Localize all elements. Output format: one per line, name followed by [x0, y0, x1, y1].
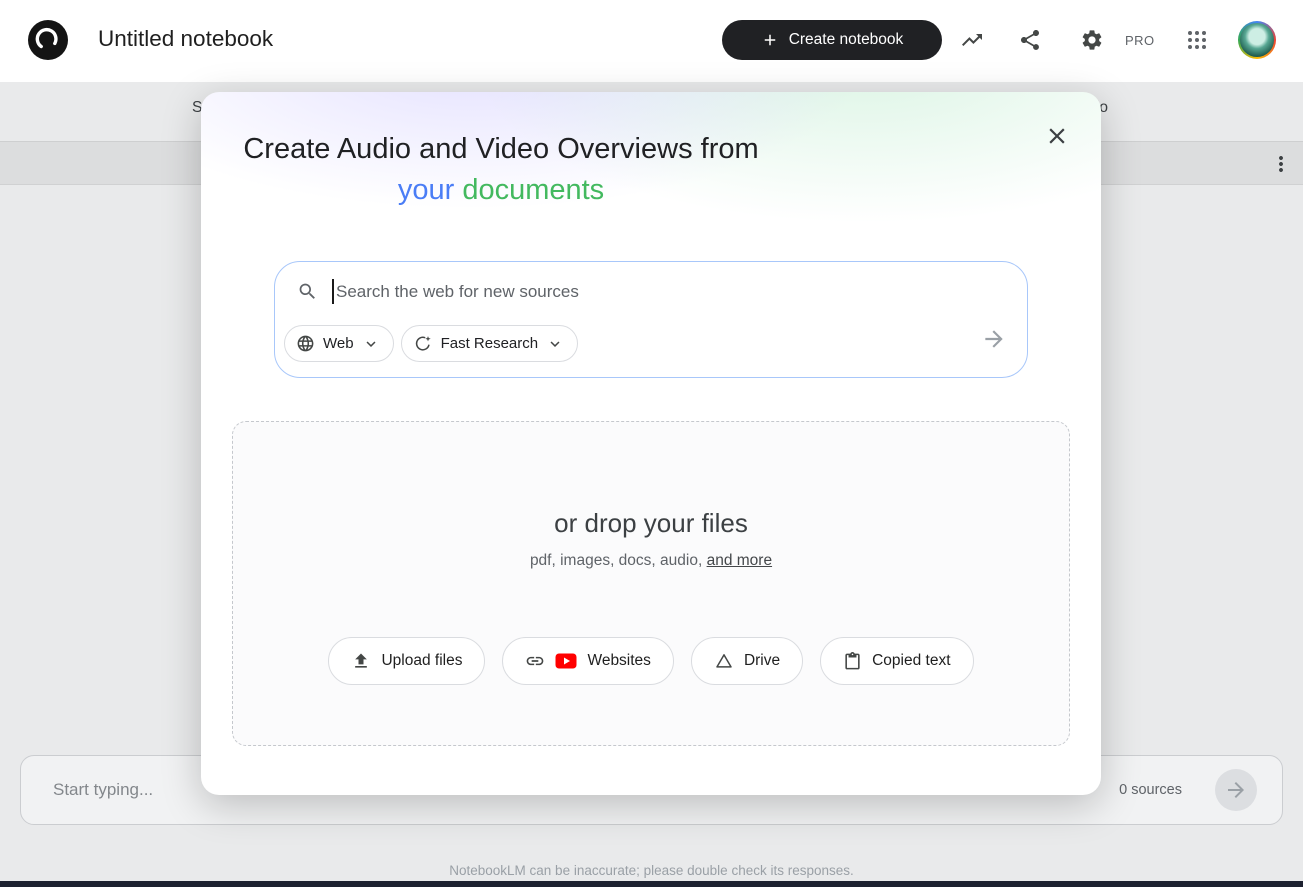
and-more-link[interactable]: and more	[707, 552, 772, 569]
source-scope-chip[interactable]: Web	[284, 325, 394, 362]
globe-icon	[296, 334, 315, 353]
chevron-down-icon	[362, 335, 380, 353]
sources-count: 0 sources	[1119, 782, 1182, 798]
youtube-icon	[555, 653, 577, 669]
modal-title-highlight-green: documents	[462, 174, 605, 206]
search-option-chips: Web Fast Research	[284, 325, 579, 362]
sparkle-research-icon	[413, 334, 433, 354]
source-buttons-row: Upload files Websites Drive Copied text	[233, 637, 1069, 685]
create-sources-modal: Create Audio and Video Overviews from yo…	[201, 92, 1101, 795]
settings-gear-icon[interactable]	[1080, 28, 1104, 52]
send-button[interactable]	[1215, 769, 1257, 811]
copied-text-button[interactable]: Copied text	[820, 637, 974, 685]
disclaimer-text: NotebookLM can be inaccurate; please dou…	[449, 863, 854, 878]
drive-button[interactable]: Drive	[690, 637, 804, 685]
create-notebook-label: Create notebook	[788, 31, 904, 48]
dropzone-heading: or drop your files	[554, 508, 748, 538]
modal-title-highlight-blue: your	[397, 174, 455, 206]
link-icon	[525, 651, 545, 671]
text-caret	[332, 279, 334, 304]
trending-up-icon[interactable]	[960, 28, 984, 52]
research-mode-chip[interactable]: Fast Research	[400, 325, 579, 362]
plus-icon	[761, 31, 779, 49]
modal-title: Create Audio and Video Overviews from yo…	[201, 129, 801, 211]
close-icon[interactable]	[1044, 123, 1070, 149]
notebook-title[interactable]: Untitled notebook	[98, 26, 273, 52]
notebooklm-logo[interactable]	[28, 20, 68, 60]
upload-files-label: Upload files	[381, 652, 463, 669]
create-notebook-button[interactable]: Create notebook	[722, 20, 942, 60]
search-icon	[297, 281, 318, 302]
dropzone-formats-text: pdf, images, docs, audio,	[529, 552, 703, 569]
upload-files-button[interactable]: Upload files	[328, 637, 486, 685]
bottom-edge-strip	[0, 881, 1303, 887]
arrow-right-icon	[981, 326, 1011, 352]
clipboard-icon	[843, 651, 862, 671]
search-input[interactable]	[336, 281, 1007, 302]
chat-input-placeholder: Start typing...	[53, 780, 154, 799]
share-icon[interactable]	[1018, 28, 1042, 52]
dropzone-formats: pdf, images, docs, audio, and more	[233, 552, 1069, 570]
web-search-box: Web Fast Research	[274, 261, 1028, 378]
app-header: Untitled notebook Create notebook PRO	[0, 0, 1303, 82]
source-scope-label: Web	[323, 335, 354, 352]
research-mode-label: Fast Research	[440, 335, 539, 352]
avatar-image	[1240, 23, 1274, 57]
copied-text-label: Copied text	[872, 652, 951, 669]
pro-badge: PRO	[1125, 33, 1155, 48]
file-dropzone[interactable]: or drop your files pdf, images, docs, au…	[232, 421, 1070, 746]
drive-icon	[714, 651, 734, 671]
upload-icon	[351, 651, 371, 671]
modal-title-line1: Create Audio and Video Overviews from	[243, 133, 759, 165]
search-row	[275, 262, 1027, 304]
drive-label: Drive	[743, 652, 781, 669]
chevron-down-icon	[546, 335, 564, 353]
more-vertical-icon[interactable]	[1269, 152, 1293, 176]
websites-label: Websites	[587, 652, 651, 669]
apps-grid-icon[interactable]	[1185, 28, 1209, 52]
websites-button[interactable]: Websites	[502, 637, 674, 685]
search-submit-button[interactable]	[981, 324, 1011, 354]
avatar[interactable]	[1238, 21, 1276, 59]
send-arrow-icon	[1224, 778, 1248, 802]
